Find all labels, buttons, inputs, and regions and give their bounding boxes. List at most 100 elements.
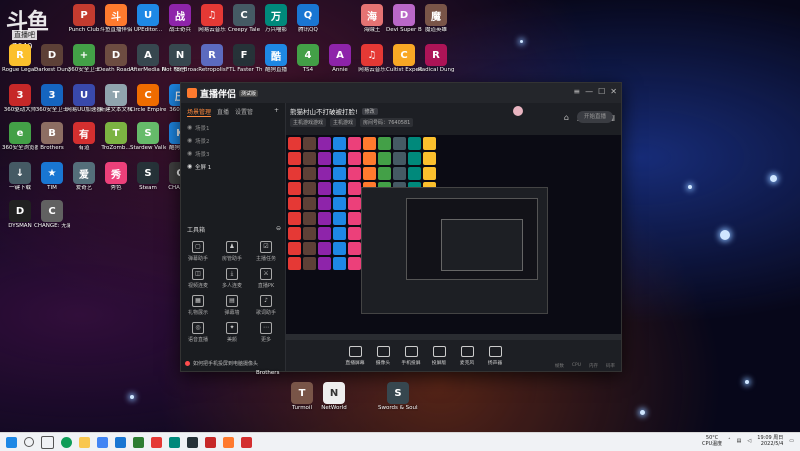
desktop-icon[interactable]: D DYSMAN xyxy=(2,200,38,229)
tab-settings[interactable]: 设置管 xyxy=(235,107,253,117)
desktop-icon[interactable]: 3 360驱动大师 xyxy=(2,84,38,113)
tool-11[interactable]: ⋯ 更多 xyxy=(249,322,283,343)
network-icon[interactable]: ▤ xyxy=(737,438,742,444)
desktop-icon[interactable]: 秀秀色 xyxy=(98,162,134,191)
eye-icon[interactable]: ◉ xyxy=(187,124,195,131)
desktop-icon[interactable]: 斗斗鱼直播伴侣 xyxy=(98,4,134,33)
desktop-icon[interactable]: ★ TIM xyxy=(34,162,70,191)
browser-icon[interactable] xyxy=(151,436,162,448)
footer-tip[interactable]: 如何把手机投屏到电脑摄像头 xyxy=(185,360,258,367)
desktop-icon[interactable]: A Annie xyxy=(322,44,358,73)
desktop-icon[interactable]: N NetWorld xyxy=(316,382,352,411)
wechat-icon[interactable] xyxy=(133,436,144,448)
desktop-icon[interactable]: 海海贼王 xyxy=(354,4,390,33)
eye-icon[interactable]: ◉ xyxy=(187,137,195,144)
desktop-icon[interactable]: 3 360安全卫士 xyxy=(34,84,70,113)
tool-4[interactable]: ⤓ 多人连麦 xyxy=(215,268,249,289)
menu-icon[interactable]: ≡ xyxy=(573,87,580,96)
desktop-icon[interactable]: DDevi Super Baikalt xyxy=(386,4,422,33)
app-taskbar-icon[interactable] xyxy=(241,436,252,448)
desktop-icon[interactable]: 魔魔道英雄 xyxy=(418,4,454,33)
desktop-icon[interactable]: DDeath Road to Canada xyxy=(98,44,134,73)
tool-1[interactable]: ♟ 房管助手 xyxy=(215,241,249,262)
desktop-icon[interactable]: U 网易UU加速器 xyxy=(66,84,102,113)
desktop-icon[interactable]: T TroZomb... xyxy=(98,122,134,151)
music-icon[interactable] xyxy=(205,436,216,448)
toolbox-toggle-icon[interactable]: ⊖ xyxy=(276,225,281,234)
title-bar[interactable]: 直播伴侣 测试版 ≡ — ☐ ✕ xyxy=(181,83,621,103)
add-icon[interactable]: + xyxy=(274,107,279,117)
qq-icon[interactable] xyxy=(115,436,126,448)
clock[interactable]: 19:09 周日 2022/5/4 xyxy=(757,435,783,447)
tool-0[interactable]: ▢ 弹幕助手 xyxy=(181,241,215,262)
desktop-icon[interactable]: C Circle Empires xyxy=(130,84,166,113)
desktop-icon[interactable]: S Steam xyxy=(130,162,166,191)
desktop-icon[interactable]: CCHANGE: 无家可归 xyxy=(34,200,70,229)
store-icon[interactable] xyxy=(97,436,108,448)
desktop-icon[interactable]: DDarkest Dungeon xyxy=(34,44,70,73)
edit-title-button[interactable]: 修改 xyxy=(361,107,378,115)
desktop-icon[interactable]: NNot For Broadcast xyxy=(162,44,198,73)
close-icon[interactable]: ✕ xyxy=(610,87,617,96)
tab-live[interactable]: 直播 xyxy=(217,107,229,117)
streaming-app-window[interactable]: 直播伴侣 测试版 ≡ — ☐ ✕ 场景管理 直播 设置管 + ◉ 场景1 ◉ 场景2… xyxy=(180,82,622,372)
desktop-icon[interactable]: FFTL Faster Than Light xyxy=(226,44,262,73)
desktop-icon[interactable]: Q 腾讯QQ xyxy=(290,4,326,33)
volume-icon[interactable]: ◁ xyxy=(747,438,751,444)
desktop-icon[interactable]: T Turmoil xyxy=(284,382,320,411)
desktop-icon[interactable]: ♫ 网易云音乐 xyxy=(354,44,390,73)
tool-9[interactable]: ◎ 语音直播 xyxy=(181,322,215,343)
search-icon[interactable] xyxy=(24,437,34,447)
desktop-icon[interactable]: 战战士奇兵 xyxy=(162,4,198,33)
desktop-icon[interactable]: S Swords & Souls Ne... xyxy=(378,382,418,411)
desktop-icon[interactable]: ♫ 网易云音乐 xyxy=(194,4,230,33)
windows-start-icon[interactable] xyxy=(6,436,17,448)
tool-2[interactable]: ☑ 主播任务 xyxy=(249,241,283,262)
tool-8[interactable]: ♪ 歌词助手 xyxy=(249,295,283,316)
desktop-icon[interactable]: SStardew Valley xyxy=(130,122,166,151)
desktop-icon[interactable]: P Punch Club xyxy=(66,4,102,33)
weather-widget[interactable]: 50°C CPU温度 xyxy=(702,435,722,447)
tool-7[interactable]: ▤ 弹幕墙 xyxy=(215,295,249,316)
go-live-button[interactable]: 开始直播 xyxy=(577,111,613,123)
room-tag[interactable]: 主机游戏 xyxy=(330,118,357,127)
avatar[interactable] xyxy=(513,106,523,116)
desktop-icon[interactable]: C Creepy Tale xyxy=(226,4,262,33)
minimize-icon[interactable]: — xyxy=(585,87,593,96)
desktop-icon[interactable]: RRadical Dungeon xyxy=(418,44,454,73)
tool-6[interactable]: ▦ 礼物展示 xyxy=(181,295,215,316)
eye-icon[interactable]: ◉ xyxy=(187,150,195,157)
scene-item[interactable]: ◉ 全屏 1 xyxy=(181,160,285,173)
tool-5[interactable]: ⚔ 直播PK xyxy=(249,268,283,289)
stream-preview[interactable] xyxy=(286,135,621,340)
gift-icon[interactable]: ⌂ xyxy=(564,113,569,122)
desktop-icon[interactable]: RRogue Legacy 2 xyxy=(2,44,38,73)
desktop-icon[interactable]: CCultist Expedition xyxy=(386,44,422,73)
desktop-icon[interactable]: e 360安全浏览器 xyxy=(2,122,38,151)
desktop-icon[interactable]: R Retropolis xyxy=(194,44,230,73)
tool-10[interactable]: ✦ 美颜 xyxy=(215,322,249,343)
desktop-icon[interactable]: 有有道 xyxy=(66,122,102,151)
desktop-icon[interactable]: AAfterMedia RGCentral xyxy=(130,44,166,73)
desktop-icon[interactable]: T 新建文本文档 xyxy=(98,84,134,113)
scene-item[interactable]: ◉ 场景1 xyxy=(181,121,285,134)
desktop-icon[interactable]: 酷酷狗直播 xyxy=(258,44,294,73)
edge-icon[interactable] xyxy=(61,436,72,448)
maximize-icon[interactable]: ☐ xyxy=(598,87,605,96)
douyu-taskbar-icon[interactable] xyxy=(223,436,234,448)
tab-scenes[interactable]: 场景管理 xyxy=(187,107,212,117)
file-explorer-icon[interactable] xyxy=(79,436,90,448)
steam-icon[interactable] xyxy=(187,436,198,448)
desktop-icon[interactable]: 爱爱奇艺 xyxy=(66,162,102,191)
desktop-icon[interactable]: 4 TS4 xyxy=(290,44,326,73)
desktop-icon[interactable]: ↓ 一键下载 xyxy=(2,162,38,191)
desktop-icon[interactable]: U UPEditor... xyxy=(130,4,166,33)
desktop-icon[interactable]: B Brothers xyxy=(34,122,70,151)
scene-item[interactable]: ◉ 场景2 xyxy=(181,134,285,147)
desktop-icon[interactable]: +360安全卫士 xyxy=(66,44,102,73)
notification-icon[interactable]: ▭ xyxy=(789,438,794,444)
chevron-up-icon[interactable]: ˄ xyxy=(728,438,731,444)
tool-3[interactable]: ◫ 视频连麦 xyxy=(181,268,215,289)
video-editor-icon[interactable] xyxy=(169,436,180,448)
desktop-icon[interactable]: 万万兴喵影 xyxy=(258,4,294,33)
